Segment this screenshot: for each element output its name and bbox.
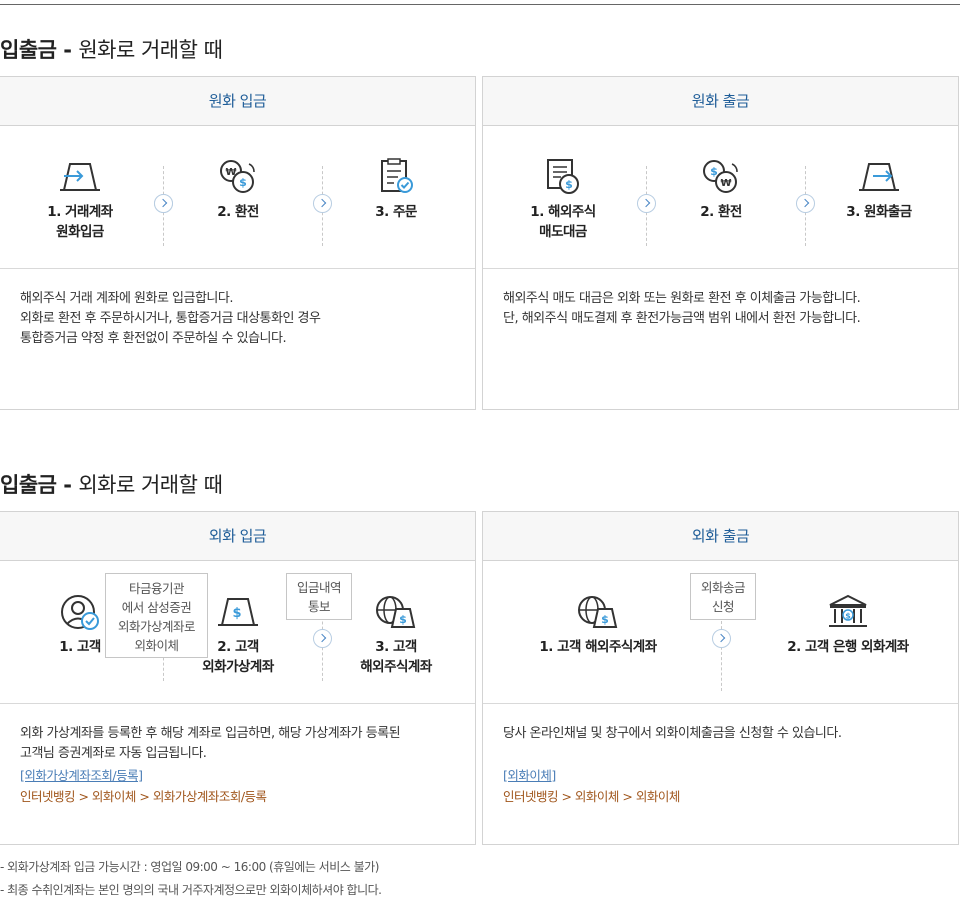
- fx-withdraw-description: 당사 온라인채널 및 창구에서 외화이체출금을 신청할 수 있습니다. [외화이…: [503, 724, 948, 807]
- card-out-icon: [859, 163, 899, 191]
- global-account-icon: $: [376, 596, 416, 628]
- flow-arrow: [712, 629, 731, 648]
- krw-deposit-step-2: ₩ $ 2. 환전: [168, 158, 308, 222]
- krw-deposit-panel: 원화 입금 1. 거래계좌 원화입금 ₩ $ 2. 환전 3. 주문 해외주식 …: [0, 76, 476, 410]
- fx-deposit-panel: 외화 입금 1. 고객 타금융기관 에서 삼성증권 외화가상계좌로 외화이체 $: [0, 511, 476, 845]
- footnote-recipient: - 최종 수취인계좌는 본인 명의의 국내 거주자계정으로만 외화이체하셔야 합…: [0, 883, 382, 897]
- fx-withdraw-step-1: $ 1. 고객 해외주식계좌: [513, 593, 683, 657]
- krw-withdraw-step-1: $ 1. 해외주식 매도대금: [493, 158, 633, 242]
- svg-text:$: $: [239, 176, 247, 189]
- card-in-icon: [60, 163, 100, 191]
- fx-withdraw-panel: 외화 출금 $ 1. 고객 해외주식계좌 외화송금 신청 $ 2. 고객 은행 …: [482, 511, 959, 845]
- fx-withdraw-flow: $ 1. 고객 해외주식계좌 외화송금 신청 $ 2. 고객 은행 외화계좌: [483, 561, 958, 704]
- fx-withdraw-step-2: $ 2. 고객 은행 외화계좌: [753, 593, 943, 657]
- krw-deposit-step-3: 3. 주문: [326, 158, 466, 222]
- fx-deposit-header: 외화 입금: [0, 512, 475, 561]
- svg-text:$: $: [565, 178, 573, 191]
- fx-transfer-path: 인터넷뱅킹 > 외화이체 > 외화이체: [503, 789, 680, 804]
- svg-text:$: $: [232, 606, 241, 621]
- krw-deposit-description: 해외주식 거래 계좌에 원화로 입금합니다. 외화로 환전 후 주문하시거나, …: [20, 291, 321, 346]
- fx-remittance-note: 외화송금 신청: [690, 573, 756, 620]
- svg-text:$: $: [601, 613, 609, 626]
- section2-title: 입출금 - 외화로 거래할 때: [0, 473, 223, 497]
- krw-withdraw-flow: $ 1. 해외주식 매도대금 $ ₩ 2. 환전 3. 원화출금: [483, 126, 958, 269]
- section1-title: 입출금 - 원화로 거래할 때: [0, 38, 223, 62]
- krw-deposit-flow: 1. 거래계좌 원화입금 ₩ $ 2. 환전 3. 주문: [0, 126, 475, 269]
- krw-withdraw-step-2: $ ₩ 2. 환전: [651, 158, 791, 222]
- virtual-account-path: 인터넷뱅킹 > 외화이체 > 외화가상계좌조회/등록: [20, 789, 267, 804]
- fx-withdraw-header: 외화 출금: [483, 512, 958, 561]
- stock-sale-icon: $: [547, 159, 579, 194]
- krw-withdraw-description: 해외주식 매도 대금은 외화 또는 원화로 환전 후 이체출금 가능합니다. 단…: [503, 291, 861, 326]
- top-divider: [0, 4, 960, 5]
- krw-deposit-step-1: 1. 거래계좌 원화입금: [10, 158, 150, 242]
- svg-text:$: $: [845, 612, 851, 621]
- exchange-icon: ₩ $: [220, 160, 255, 193]
- exchange-icon: $ ₩: [703, 160, 738, 193]
- krw-deposit-header: 원화 입금: [0, 77, 475, 126]
- krw-withdraw-header: 원화 출금: [483, 77, 958, 126]
- krw-withdraw-panel: 원화 출금 $ 1. 해외주식 매도대금 $ ₩ 2. 환전 3. 원화출금 해…: [482, 76, 959, 410]
- footnote-hours: - 외화가상계좌 입금 가능시간 : 영업일 09:00 ~ 16:00 (휴일…: [0, 860, 379, 874]
- global-account-icon: $: [578, 596, 618, 628]
- customer-icon: [61, 595, 99, 630]
- virtual-account-link[interactable]: [외화가상계좌조회/등록]: [20, 768, 143, 783]
- svg-text:₩: ₩: [720, 178, 731, 189]
- bank-icon: $: [829, 594, 867, 627]
- fx-deposit-flow: 1. 고객 타금융기관 에서 삼성증권 외화가상계좌로 외화이체 $ 2. 고객…: [0, 561, 475, 704]
- svg-text:$: $: [710, 165, 718, 178]
- virtual-account-icon: $: [218, 598, 258, 626]
- order-icon: [381, 158, 413, 193]
- svg-text:$: $: [399, 613, 407, 626]
- fx-transfer-link[interactable]: [외화이체]: [503, 768, 556, 783]
- krw-withdraw-step-3: 3. 원화출금: [809, 158, 949, 222]
- fx-deposit-step-3: $ 3. 고객 해외주식계좌: [326, 593, 466, 677]
- fx-deposit-description: 외화 가상계좌를 등록한 후 해당 계좌로 입금하면, 해당 가상계좌가 등록된…: [20, 724, 465, 807]
